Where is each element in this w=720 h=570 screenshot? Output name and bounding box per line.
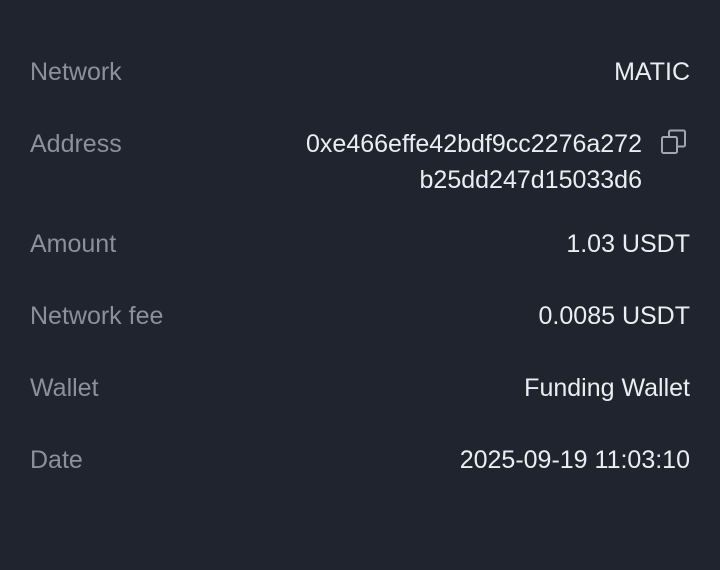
network-label: Network [30,58,122,86]
date-value: 2025-09-19 11:03:10 [459,446,690,474]
address-label: Address [30,130,122,158]
address-line-2: b25dd247d15033d6 [419,166,642,194]
amount-label: Amount [30,230,117,258]
address-row: Address 0xe466effe42bdf9cc2276a272 b25dd… [30,126,690,198]
wallet-value: Funding Wallet [524,374,690,402]
amount-row: Amount 1.03 USDT [30,226,690,262]
date-label: Date [30,446,83,474]
wallet-label: Wallet [30,374,99,402]
network-value: MATIC [614,58,690,86]
amount-value: 1.03 USDT [566,230,690,258]
network-fee-label: Network fee [30,302,164,330]
copy-address-button[interactable] [660,128,690,158]
network-fee-row: Network fee 0.0085 USDT [30,298,690,334]
address-value: 0xe466effe42bdf9cc2276a272 b25dd247d1503… [306,126,642,198]
network-row: Network MATIC [30,54,690,90]
date-row: Date 2025-09-19 11:03:10 [30,442,690,478]
copy-icon [660,128,690,156]
wallet-row: Wallet Funding Wallet [30,370,690,406]
address-value-group: 0xe466effe42bdf9cc2276a272 b25dd247d1503… [306,126,690,198]
transaction-details-panel: Network MATIC Address 0xe466effe42bdf9cc… [0,0,720,570]
network-fee-value: 0.0085 USDT [538,302,690,330]
address-line-1: 0xe466effe42bdf9cc2276a272 [306,130,642,158]
